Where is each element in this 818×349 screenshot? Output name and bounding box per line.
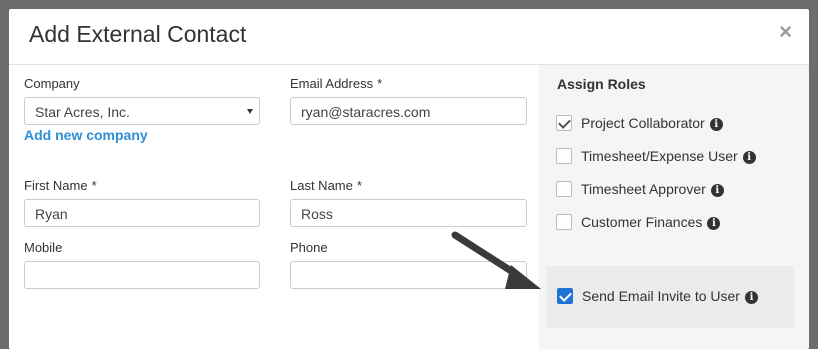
- first-name-label-text: First Name: [24, 178, 88, 193]
- modal-title: Add External Contact: [29, 21, 247, 47]
- modal-header: Add External Contact ×: [9, 9, 809, 65]
- required-mark: *: [91, 178, 97, 193]
- checkbox[interactable]: [556, 148, 572, 164]
- role-label: Customer Finances: [581, 214, 703, 230]
- checkbox[interactable]: [556, 181, 572, 197]
- role-label: Project Collaborator: [581, 115, 705, 131]
- close-icon[interactable]: ×: [779, 21, 792, 43]
- company-label: Company: [24, 76, 80, 91]
- last-name-label-text: Last Name: [290, 178, 353, 193]
- last-name-field[interactable]: Ross: [290, 199, 527, 227]
- role-label: Timesheet Approver: [581, 181, 706, 197]
- required-mark: *: [377, 76, 383, 91]
- pointer-arrow-icon: [451, 231, 541, 289]
- info-icon[interactable]: i: [710, 184, 724, 197]
- info-icon[interactable]: i: [709, 118, 723, 131]
- send-invite-checkbox[interactable]: [557, 288, 573, 304]
- assign-roles-title: Assign Roles: [557, 76, 646, 92]
- phone-label: Phone: [290, 240, 328, 255]
- add-new-company-link[interactable]: Add new company: [24, 127, 148, 143]
- checkbox[interactable]: [556, 214, 572, 230]
- checkbox-checked[interactable]: [556, 115, 572, 131]
- send-invite-box: Send Email Invite to User i: [546, 266, 794, 328]
- first-name-field[interactable]: Ryan: [24, 199, 260, 227]
- required-mark: *: [356, 178, 362, 193]
- background-page: [0, 130, 9, 334]
- info-icon[interactable]: i: [744, 291, 758, 304]
- send-invite-label: Send Email Invite to User: [582, 288, 740, 304]
- mobile-field[interactable]: [24, 261, 260, 289]
- role-label: Timesheet/Expense User: [581, 148, 738, 164]
- add-external-contact-modal: Add External Contact × Company Star Acre…: [9, 9, 809, 349]
- company-select[interactable]: Star Acres, Inc.: [24, 97, 260, 125]
- info-icon[interactable]: i: [742, 151, 756, 164]
- email-field[interactable]: ryan@staracres.com: [290, 97, 527, 125]
- mobile-label: Mobile: [24, 240, 63, 255]
- chevron-down-icon: [247, 109, 253, 114]
- email-label-text: Email Address: [290, 76, 374, 91]
- email-label: Email Address *: [290, 76, 382, 91]
- company-select-value: Star Acres, Inc.: [35, 104, 130, 120]
- last-name-label: Last Name *: [290, 178, 362, 193]
- info-icon[interactable]: i: [707, 217, 721, 230]
- first-name-label: First Name *: [24, 178, 97, 193]
